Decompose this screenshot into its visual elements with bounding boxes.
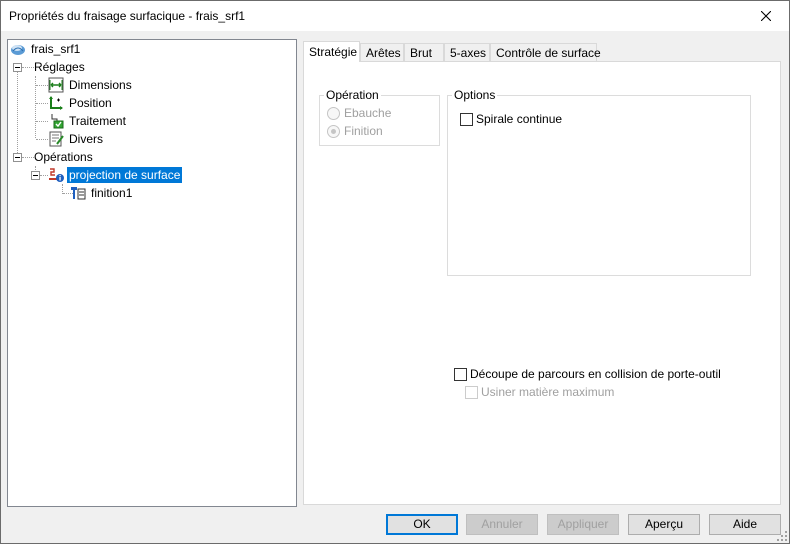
usiner-label: Usiner matière maximum	[481, 385, 615, 399]
tree-item-divers[interactable]: Divers	[48, 130, 105, 148]
tree-item-projection[interactable]: projection de surface	[48, 166, 184, 184]
tree-connector	[36, 121, 48, 123]
tree-label-finition1: finition1	[91, 186, 133, 200]
tab-brut[interactable]: Brut	[404, 43, 444, 61]
treatment-icon	[48, 113, 64, 129]
ebauche-label: Ebauche	[344, 106, 392, 120]
tab-5-axes[interactable]: 5-axes	[444, 43, 490, 61]
tree-connector	[36, 85, 48, 87]
tree-connector	[36, 139, 48, 141]
position-icon	[48, 95, 64, 111]
tree-label-projection: projection de surface	[65, 166, 184, 184]
tree-item-finition1[interactable]: finition1	[70, 184, 134, 202]
tree-connector	[17, 67, 19, 157]
spirale-label: Spirale continue	[476, 112, 563, 126]
collapse-icon[interactable]	[13, 153, 22, 162]
tree-item-operations[interactable]: Opérations	[32, 148, 95, 166]
tab-controle-surface[interactable]: Contrôle de surface	[490, 43, 601, 61]
projection-icon	[48, 167, 64, 183]
ebauche-radio[interactable]: Ebauche	[327, 106, 391, 120]
surface-mill-icon	[10, 41, 26, 57]
tree-item-position[interactable]: Position	[48, 94, 114, 112]
preview-button[interactable]: Aperçu	[628, 514, 700, 535]
dimensions-icon	[48, 77, 64, 93]
tree-label-dimensions: Dimensions	[69, 78, 132, 92]
checkbox-indicator	[460, 112, 473, 126]
tree-item-reglages[interactable]: Réglages	[32, 58, 87, 76]
close-button[interactable]	[743, 1, 789, 31]
operation-legend: Opération	[326, 88, 379, 102]
options-legend: Options	[454, 88, 496, 102]
finition-label: Finition	[344, 124, 383, 138]
tree-label-position: Position	[69, 96, 112, 110]
tree-label-operations: Opérations	[34, 150, 93, 164]
tree-label-root: frais_srf1	[31, 42, 81, 56]
tree-label-divers: Divers	[69, 132, 104, 146]
spirale-checkbox[interactable]: Spirale continue	[460, 112, 562, 126]
help-button[interactable]: Aide	[709, 514, 781, 535]
tree-label-traitement: Traitement	[69, 114, 126, 128]
decoupe-label: Découpe de parcours en collision de port…	[470, 367, 721, 381]
window-title: Propriétés du fraisage surfacique - frai…	[9, 9, 246, 23]
strategy-panel: Opération Ebauche Finition Options Spira…	[303, 61, 781, 505]
ok-button[interactable]: OK	[386, 514, 458, 535]
finition-radio[interactable]: Finition	[327, 124, 383, 138]
settings-tree: frais_srf1 Réglages Dimensions Position …	[7, 39, 297, 507]
radio-indicator	[327, 106, 340, 120]
tab-aretes[interactable]: Arêtes	[360, 43, 404, 61]
dialog-window: Propriétés du fraisage surfacique - frai…	[0, 0, 790, 544]
tree-connector	[40, 175, 48, 177]
checkbox-indicator	[454, 367, 467, 381]
tool-icon	[70, 185, 86, 201]
decoupe-checkbox[interactable]: Découpe de parcours en collision de port…	[454, 367, 721, 381]
collapse-icon[interactable]	[31, 171, 40, 180]
tree-item-traitement[interactable]: Traitement	[48, 112, 128, 130]
checkbox-indicator	[465, 385, 478, 399]
tree-connector	[36, 103, 48, 105]
usiner-checkbox[interactable]: Usiner matière maximum	[465, 385, 614, 399]
title-bar: Propriétés du fraisage surfacique - frai…	[1, 1, 789, 31]
tree-label-reglages: Réglages	[34, 60, 85, 74]
tab-strategie[interactable]: Stratégie	[303, 41, 360, 62]
misc-icon	[48, 131, 64, 147]
collapse-icon[interactable]	[13, 63, 22, 72]
close-icon	[761, 11, 771, 21]
tree-item-dimensions[interactable]: Dimensions	[48, 76, 134, 94]
tree-item-root[interactable]: frais_srf1	[10, 40, 82, 58]
resize-grip-icon[interactable]	[777, 531, 787, 541]
radio-indicator	[327, 124, 340, 138]
apply-button[interactable]: Appliquer	[547, 514, 619, 535]
cancel-button[interactable]: Annuler	[466, 514, 538, 535]
